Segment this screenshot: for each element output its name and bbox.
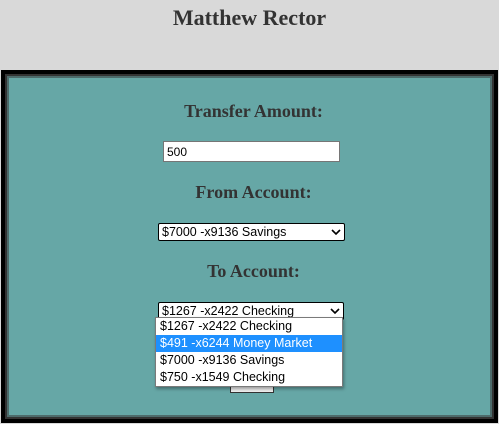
to-account-dropdown-list: $1267 -x2422 Checking $491 -x6244 Money … (155, 317, 343, 387)
to-account-label: To Account: (207, 261, 300, 281)
from-account-selected-value: $7000 -x9136 Savings (162, 225, 287, 239)
from-account-select[interactable]: $7000 -x9136 Savings (158, 223, 345, 241)
page-title: Matthew Rector (172, 5, 327, 30)
chevron-down-icon (331, 229, 341, 236)
transfer-amount-label: Transfer Amount: (184, 101, 323, 121)
dropdown-option[interactable]: $750 -x1549 Checking (156, 369, 342, 386)
transfer-amount-input[interactable] (163, 141, 340, 162)
dropdown-option[interactable]: $1267 -x2422 Checking (156, 318, 342, 335)
to-account-selected-value: $1267 -x2422 Checking (162, 304, 295, 318)
from-account-label: From Account: (195, 182, 312, 202)
dropdown-option[interactable]: $7000 -x9136 Savings (156, 352, 342, 369)
dropdown-option-highlighted[interactable]: $491 -x6244 Money Market (156, 335, 342, 352)
chevron-down-icon (330, 308, 340, 315)
